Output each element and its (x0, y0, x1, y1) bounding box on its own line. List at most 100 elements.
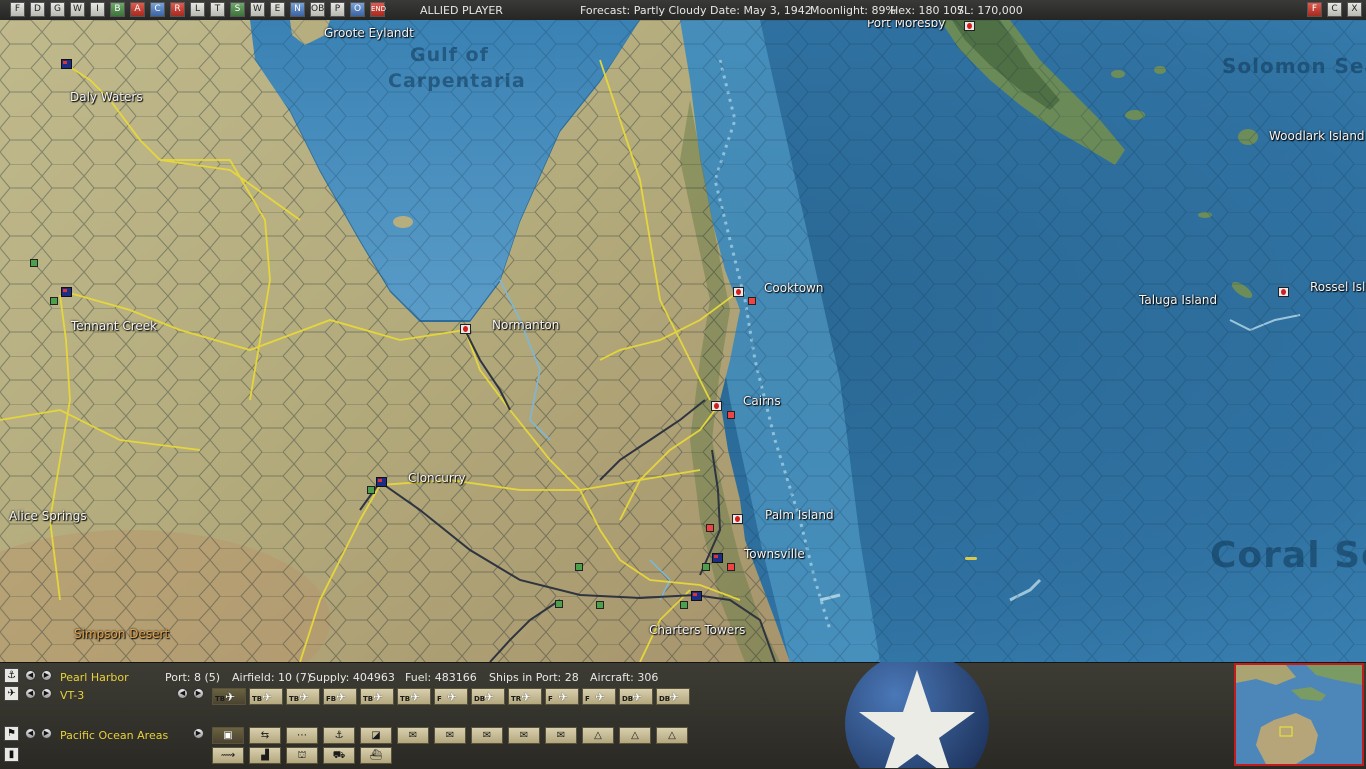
aircraft-type-button[interactable]: TR ✈ (508, 688, 542, 705)
base-daly-waters[interactable] (61, 59, 72, 69)
unit-type-button[interactable]: ✉ (434, 727, 466, 744)
dot-base[interactable] (367, 486, 375, 494)
next-command-button[interactable]: ▶ (41, 728, 52, 739)
aircraft-type-button[interactable]: TB ✈ (360, 688, 394, 705)
aircraft-type-button[interactable]: F ✈ (545, 688, 579, 705)
unit-type-button[interactable]: ◪ (360, 727, 392, 744)
unit-type-button[interactable]: ✉ (545, 727, 577, 744)
toolbar-button[interactable]: OB (310, 2, 325, 17)
unit-type-button[interactable]: ⛴ (360, 747, 392, 764)
dot-base[interactable] (575, 563, 583, 571)
unit-type-button[interactable]: △ (619, 727, 651, 744)
aircraft-type-button[interactable]: F ✈ (582, 688, 616, 705)
toolbar-button[interactable]: W (70, 2, 85, 17)
unit-type-button[interactable]: ▟ (249, 747, 281, 764)
factory-icon[interactable]: ▮ (4, 747, 19, 762)
aircraft-type-button[interactable]: DB ✈ (619, 688, 653, 705)
toolbar-button[interactable]: F (10, 2, 25, 17)
unit-type-button[interactable]: ⟿ (212, 747, 244, 764)
toolbar-button[interactable]: E (270, 2, 285, 17)
forecast-label: Forecast: Partly Cloudy (580, 4, 707, 17)
toolbar-button[interactable]: W (250, 2, 265, 17)
toolbar-button[interactable]: P (330, 2, 345, 17)
dot-base[interactable] (50, 297, 58, 305)
dot-base[interactable] (702, 563, 710, 571)
mini-map[interactable] (1234, 663, 1364, 766)
next-unit-button[interactable]: ▶ (193, 728, 204, 739)
flag-icon[interactable]: ⚑ (4, 726, 19, 741)
window-button[interactable]: X (1347, 2, 1362, 17)
aircraft-type-button[interactable]: TB ✈ (212, 688, 246, 705)
toolbar-button[interactable]: T (210, 2, 225, 17)
aircraft-type-button[interactable]: DB ✈ (471, 688, 505, 705)
toolbar-button[interactable]: S (230, 2, 245, 17)
dot-base[interactable] (748, 297, 756, 305)
next-squadron-button[interactable]: ▶ (41, 688, 52, 699)
toolbar-button[interactable]: G (50, 2, 65, 17)
unit-type-button[interactable]: ⛟ (323, 747, 355, 764)
toolbar-button[interactable]: L (190, 2, 205, 17)
unit-type-button[interactable]: ⚓ (323, 727, 355, 744)
unit-type-button[interactable]: ⋯ (286, 727, 318, 744)
dot-base[interactable] (596, 601, 604, 609)
prev-squadron-button[interactable]: ◀ (25, 688, 36, 699)
base-townsville[interactable] (712, 553, 723, 563)
base-name[interactable]: Pearl Harbor (60, 671, 129, 684)
dot-base[interactable] (727, 411, 735, 419)
ship-icon[interactable] (965, 557, 977, 560)
toolbar-button[interactable]: C (150, 2, 165, 17)
unit-type-button[interactable]: ⛫ (286, 747, 318, 764)
prev-command-button[interactable]: ◀ (25, 728, 36, 739)
aircraft-type-button[interactable]: TB ✈ (249, 688, 283, 705)
base-port-moresby[interactable] (964, 21, 975, 31)
unit-type-button[interactable]: ✉ (471, 727, 503, 744)
next-base-button[interactable]: ▶ (41, 670, 52, 681)
toolbar-button[interactable]: D (30, 2, 45, 17)
base-normanton[interactable] (460, 324, 471, 334)
prev-aircraft-button[interactable]: ◀ (177, 688, 188, 699)
base-rossel-island[interactable] (1278, 287, 1289, 297)
dot-base[interactable] (555, 600, 563, 608)
unit-type-button[interactable]: ✉ (508, 727, 540, 744)
dot-base[interactable] (706, 524, 714, 532)
toolbar-button[interactable]: END (370, 2, 386, 17)
toolbar-button[interactable]: A (130, 2, 145, 17)
toolbar-button[interactable]: N (290, 2, 305, 17)
toolbar-button[interactable]: I (90, 2, 105, 17)
prev-base-button[interactable]: ◀ (25, 670, 36, 681)
unit-type-button[interactable]: ▣ (212, 727, 244, 744)
aircraft-type-button[interactable]: F ✈ (434, 688, 468, 705)
toolbar-button[interactable]: R (170, 2, 185, 17)
dot-base[interactable] (30, 259, 38, 267)
label-alice: Alice Springs (9, 509, 87, 523)
mini-map-terrain (1236, 665, 1362, 764)
label-cloncurry: Cloncurry (408, 471, 466, 485)
unit-type-button[interactable]: ✉ (397, 727, 429, 744)
base-cairns[interactable] (711, 401, 722, 411)
anchor-icon[interactable]: ⚓ (4, 668, 19, 683)
aircraft-type-label: TB (252, 695, 263, 703)
aircraft-type-button[interactable]: TB ✈ (397, 688, 431, 705)
dot-base[interactable] (680, 601, 688, 609)
squadron-name[interactable]: VT-3 (60, 689, 84, 702)
aircraft-type-button[interactable]: DB ✈ (656, 688, 690, 705)
base-charters-towers[interactable] (691, 591, 702, 601)
plane-icon[interactable]: ✈ (4, 686, 19, 701)
window-button[interactable]: C (1327, 2, 1342, 17)
command-name[interactable]: Pacific Ocean Areas (60, 729, 168, 742)
base-cloncurry[interactable] (376, 477, 387, 487)
aircraft-type-button[interactable]: TB ✈ (286, 688, 320, 705)
base-palm-island[interactable] (732, 514, 743, 524)
base-tennant-creek[interactable] (61, 287, 72, 297)
aircraft-type-button[interactable]: FB ✈ (323, 688, 357, 705)
toolbar-button[interactable]: B (110, 2, 125, 17)
strategic-map[interactable]: Gulf of Carpentaria Solomon Sea Coral Se… (0, 20, 1366, 662)
next-aircraft-button[interactable]: ▶ (193, 688, 204, 699)
window-button[interactable]: F (1307, 2, 1322, 17)
unit-type-button[interactable]: △ (656, 727, 688, 744)
unit-type-button[interactable]: △ (582, 727, 614, 744)
unit-type-button[interactable]: ⇆ (249, 727, 281, 744)
toolbar-button[interactable]: O (350, 2, 365, 17)
dot-base[interactable] (727, 563, 735, 571)
base-cooktown[interactable] (733, 287, 744, 297)
